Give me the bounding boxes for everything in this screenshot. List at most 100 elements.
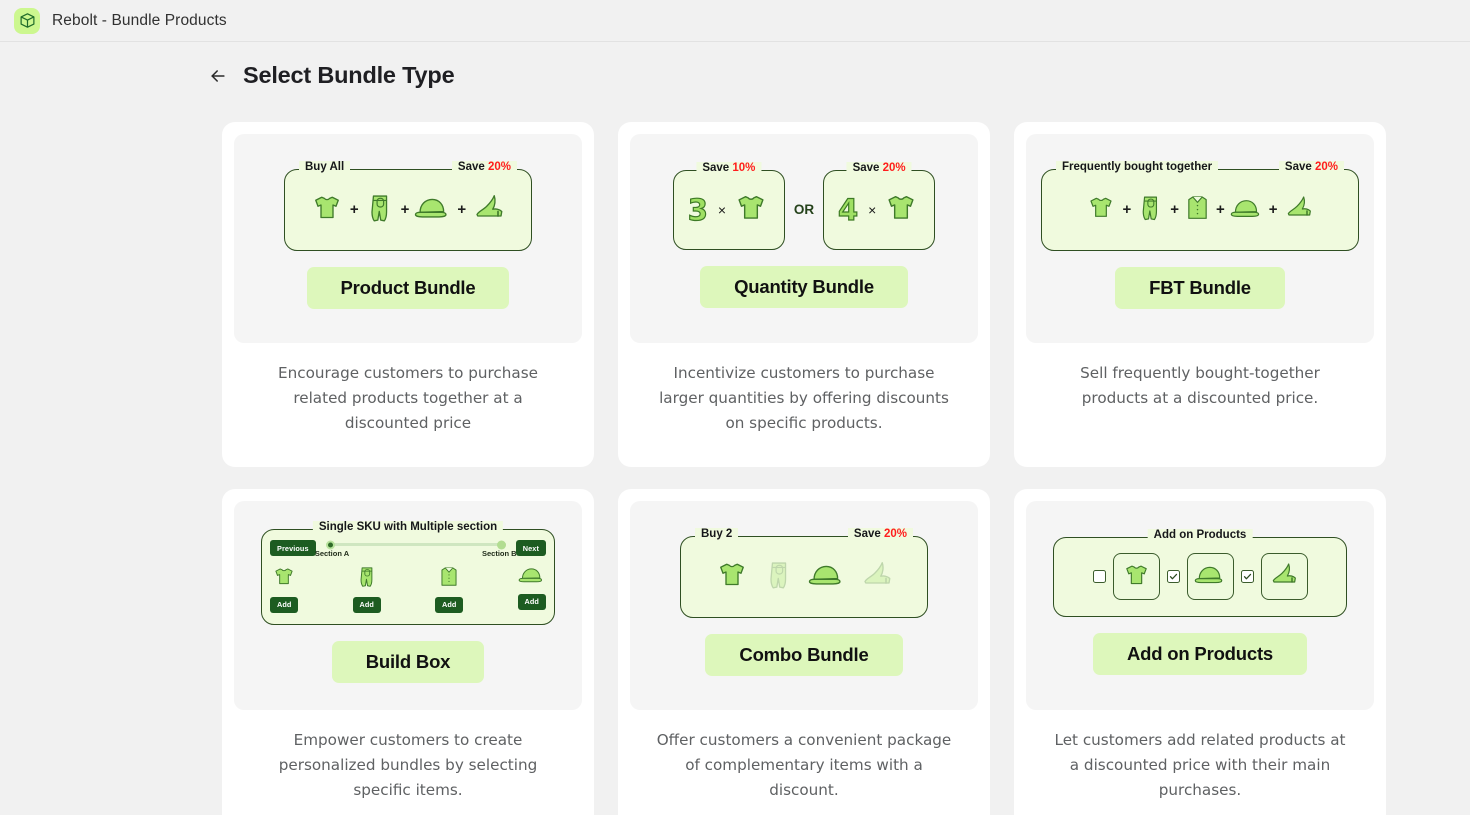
panel-legend-right: Save 20% xyxy=(451,160,517,173)
panel-legend-mid: Save 10% xyxy=(696,161,762,174)
box-cube-icon xyxy=(14,7,40,34)
tshirt-icon xyxy=(882,188,920,231)
panel-quantity-group-1: Save 10% 3 × xyxy=(672,161,785,250)
separator-plus: + xyxy=(349,201,359,218)
bundle-card-fbt-bundle[interactable]: Frequently bought together Save 20% + + … xyxy=(1014,122,1386,467)
illustration-combo-bundle: Buy 2 Save 20% Combo Bundle xyxy=(630,501,978,710)
add-button[interactable]: Add xyxy=(352,596,381,613)
shirt-icon xyxy=(1184,191,1211,228)
jeans-icon xyxy=(355,563,379,594)
cap-icon xyxy=(414,192,452,227)
discount-value: 20% xyxy=(1314,160,1338,173)
section-slider[interactable]: Section A Section B xyxy=(315,540,517,558)
panel-legend-left: Buy 2 xyxy=(695,527,739,540)
slider-track[interactable] xyxy=(325,540,506,549)
bundle-type-grid: Buy All Save 20% + + + Product Bundle En… xyxy=(0,89,1470,815)
tshirt-icon xyxy=(271,563,297,594)
slider-handle-section-b[interactable] xyxy=(496,540,506,549)
addon-tile-heel[interactable] xyxy=(1260,553,1308,600)
panel-build-box: Single SKU with Multiple section Previou… xyxy=(261,520,555,625)
cap-icon xyxy=(1230,194,1264,226)
build-product-shirt: Add xyxy=(435,563,464,613)
add-button[interactable]: Add xyxy=(435,596,464,613)
jeans-icon xyxy=(364,189,396,230)
separator-plus: + xyxy=(457,201,467,218)
app-title-bar: Rebolt - Bundle Products xyxy=(0,0,1470,42)
quantity-value: 4 xyxy=(837,192,859,227)
bundle-card-product-bundle[interactable]: Buy All Save 20% + + + Product Bundle En… xyxy=(222,122,594,467)
illustration-fbt-bundle: Frequently bought together Save 20% + + … xyxy=(1026,134,1374,343)
heel-icon xyxy=(859,557,895,596)
separator-plus: + xyxy=(1122,201,1132,218)
panel-legend-mid: Single SKU with Multiple section xyxy=(312,520,504,533)
separator-plus: + xyxy=(1216,201,1225,218)
tshirt-icon xyxy=(1121,559,1152,595)
discount-value: 20% xyxy=(882,161,906,174)
bundle-description: Encourage customers to purchase related … xyxy=(278,364,538,432)
bundle-description: Empower customers to create personalized… xyxy=(278,731,538,799)
bundle-card-add-on-products[interactable]: Add on Products Add on Products Let cust… xyxy=(1014,489,1386,815)
quantity-value: 3 xyxy=(687,192,708,227)
tshirt-icon xyxy=(309,189,345,230)
cap-icon xyxy=(808,559,846,594)
panel-combo-bundle: Buy 2 Save 20% xyxy=(680,527,928,618)
illustration-add-on-products: Add on Products Add on Products xyxy=(1026,501,1374,710)
panel-product-bundle: Buy All Save 20% + + + xyxy=(284,160,532,251)
bundle-card-quantity-bundle[interactable]: Save 10% 3 × OR Save 20% 4 × Quantity Bu… xyxy=(618,122,990,467)
illustration-product-bundle: Buy All Save 20% + + + Product Bundle xyxy=(234,134,582,343)
bundle-card-combo-bundle[interactable]: Buy 2 Save 20% Combo Bundle Offer custom… xyxy=(618,489,990,815)
illustration-build-box: Single SKU with Multiple section Previou… xyxy=(234,501,582,710)
addon-tile-cap[interactable] xyxy=(1186,553,1234,600)
panel-legend-mid: Add on Products xyxy=(1147,528,1253,541)
cap-icon xyxy=(518,563,546,591)
discount-value: 20% xyxy=(487,160,511,173)
tshirt-icon xyxy=(714,556,750,597)
build-product-tshirt: Add xyxy=(270,563,299,613)
page-header: Select Bundle Type xyxy=(0,42,1470,89)
panel-legend-right: Save 20% xyxy=(847,527,913,540)
bundle-description: Incentivize customers to purchase larger… xyxy=(659,364,949,432)
bundle-type-label: Build Box xyxy=(331,640,485,683)
previous-button[interactable]: Previous xyxy=(270,540,316,557)
addon-checkbox-tshirt[interactable] xyxy=(1092,570,1106,583)
separator-plus: + xyxy=(400,201,410,218)
multiply-symbol: × xyxy=(717,201,727,218)
panel-legend-left: Buy All xyxy=(299,160,351,173)
addon-tile-tshirt[interactable] xyxy=(1112,553,1160,600)
next-button[interactable]: Next xyxy=(515,540,546,557)
back-arrow-icon[interactable] xyxy=(206,64,230,88)
heel-icon xyxy=(471,190,507,229)
bundle-description: Offer customers a convenient package of … xyxy=(656,731,952,799)
panel-fbt-bundle: Frequently bought together Save 20% + + … xyxy=(1041,160,1359,251)
bundle-description: Sell frequently bought-together products… xyxy=(1080,364,1320,407)
bundle-type-label: Product Bundle xyxy=(306,266,510,309)
add-button[interactable]: Add xyxy=(517,593,546,610)
jeans-icon xyxy=(1136,191,1165,228)
heel-icon xyxy=(1268,559,1300,594)
page-title: Select Bundle Type xyxy=(243,62,455,88)
bundle-card-build-box[interactable]: Single SKU with Multiple section Previou… xyxy=(222,489,594,815)
panel-legend-left: Frequently bought together xyxy=(1056,160,1219,173)
addon-checkbox-cap[interactable] xyxy=(1166,570,1180,583)
build-product-cap: Add xyxy=(517,563,546,613)
bundle-type-label: Add on Products xyxy=(1092,632,1308,675)
panel-legend-right: Save 20% xyxy=(1278,160,1344,173)
panel-legend-mid: Save 20% xyxy=(846,161,912,174)
tshirt-icon xyxy=(732,188,770,231)
panel-add-on-products: Add on Products xyxy=(1053,528,1347,617)
addon-checkbox-heel[interactable] xyxy=(1240,570,1254,583)
bundle-type-label: Combo Bundle xyxy=(705,633,903,676)
slider-handle-section-a[interactable] xyxy=(325,540,335,549)
bundle-description: Let customers add related products at a … xyxy=(1054,731,1346,799)
heel-icon xyxy=(1283,192,1315,227)
bundle-type-label: FBT Bundle xyxy=(1115,266,1285,309)
add-button[interactable]: Add xyxy=(270,596,299,613)
discount-value: 10% xyxy=(732,161,756,174)
or-separator: OR xyxy=(793,202,815,217)
separator-plus: + xyxy=(1170,201,1179,218)
app-name-label: Rebolt - Bundle Products xyxy=(52,11,227,29)
shirt-icon xyxy=(438,563,460,594)
tshirt-icon xyxy=(1085,191,1117,228)
section-b-label: Section B xyxy=(482,548,517,558)
cap-icon xyxy=(1194,561,1227,592)
